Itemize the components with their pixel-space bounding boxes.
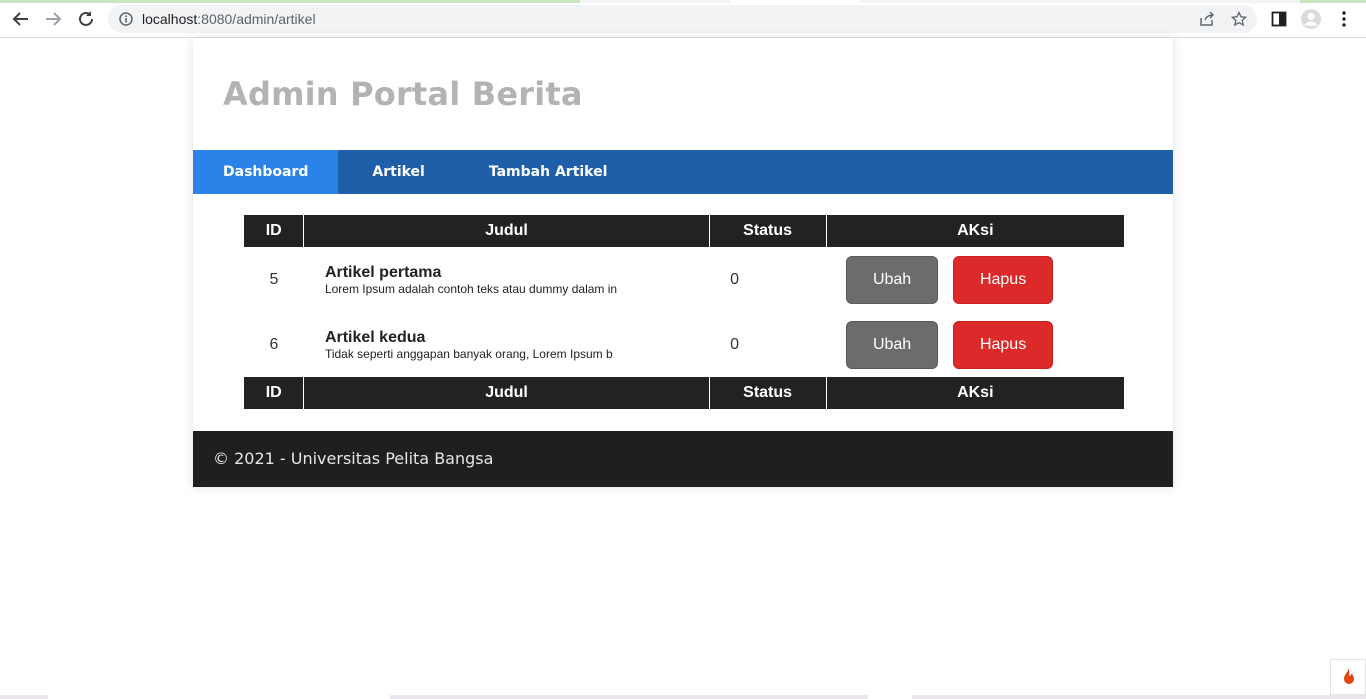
footer-id: ID xyxy=(244,377,305,409)
table-row: 5 Artikel pertama Lorem Ipsum adalah con… xyxy=(244,247,1124,312)
footer-status: Status xyxy=(709,377,827,409)
delete-button[interactable]: Hapus xyxy=(953,320,1054,369)
tab-strip-edge xyxy=(0,0,1366,3)
delete-button[interactable]: Hapus xyxy=(953,255,1054,304)
page-container: Admin Portal Berita Dashboard Artikel Ta… xyxy=(193,38,1173,487)
side-panel-icon xyxy=(1271,11,1287,27)
reload-button[interactable] xyxy=(75,8,97,30)
article-title: Artikel kedua xyxy=(324,328,426,346)
row-actions: Ubah Hapus xyxy=(826,247,1124,312)
reload-icon xyxy=(79,11,93,26)
back-arrow-icon xyxy=(12,12,28,26)
main-navbar: Dashboard Artikel Tambah Artikel xyxy=(193,150,1173,194)
footer-judul: Judul xyxy=(303,377,710,409)
header-id: ID xyxy=(244,215,305,247)
site-header: Admin Portal Berita xyxy=(193,38,1173,150)
nav-dashboard[interactable]: Dashboard xyxy=(193,150,339,194)
edit-button[interactable]: Ubah xyxy=(846,255,939,304)
flame-icon xyxy=(1344,668,1354,684)
row-judul: Artikel kedua Tidak seperti anggapan ban… xyxy=(304,312,709,377)
row-status: 0 xyxy=(730,270,740,288)
share-icon[interactable] xyxy=(1199,11,1215,27)
url-path: :8080/admin/artikel xyxy=(197,11,316,27)
profile-button[interactable] xyxy=(1300,8,1322,30)
bookmark-star-icon[interactable] xyxy=(1231,11,1247,27)
table-row: 6 Artikel kedua Tidak seperti anggapan b… xyxy=(244,312,1124,377)
side-panel-button[interactable] xyxy=(1268,8,1290,30)
article-title: Artikel pertama xyxy=(324,263,442,281)
row-actions: Ubah Hapus xyxy=(826,312,1124,377)
header-status: Status xyxy=(709,215,827,247)
row-status: 0 xyxy=(730,335,740,353)
taskbar-strip xyxy=(0,695,1366,699)
nav-tambah-artikel[interactable]: Tambah Artikel xyxy=(459,150,638,194)
header-judul: Judul xyxy=(303,215,710,247)
table-header-row: ID Judul Status AKsi xyxy=(244,215,1124,247)
browser-toolbar: localhost:8080/admin/artikel xyxy=(0,0,1366,38)
article-excerpt: Tidak seperti anggapan banyak orang, Lor… xyxy=(324,346,613,361)
kebab-menu-icon xyxy=(1342,11,1346,27)
row-id: 5 xyxy=(269,270,279,288)
forward-arrow-icon xyxy=(46,12,62,26)
footer-copyright: © 2021 - Universitas Pelita Bangsa xyxy=(213,449,494,468)
row-judul: Artikel pertama Lorem Ipsum adalah conto… xyxy=(304,247,709,312)
footer-aksi: AKsi xyxy=(826,377,1124,409)
article-table: ID Judul Status AKsi 5 Artikel pertama L… xyxy=(244,215,1124,409)
back-button[interactable] xyxy=(10,8,32,30)
site-footer: © 2021 - Universitas Pelita Bangsa xyxy=(193,431,1173,487)
debug-toolbar-toggle[interactable] xyxy=(1330,659,1366,695)
edit-button[interactable]: Ubah xyxy=(846,320,939,369)
avatar-icon xyxy=(1301,9,1321,29)
forward-button[interactable] xyxy=(42,8,64,30)
url-host: localhost xyxy=(142,11,198,27)
address-bar[interactable]: localhost:8080/admin/artikel xyxy=(108,5,1257,33)
nav-artikel[interactable]: Artikel xyxy=(338,150,458,194)
browser-menu-button[interactable] xyxy=(1333,8,1355,30)
article-excerpt: Lorem Ipsum adalah contoh teks atau dumm… xyxy=(324,281,618,296)
header-aksi: AKsi xyxy=(826,215,1124,247)
table-footer-row: ID Judul Status AKsi xyxy=(244,377,1124,409)
site-title: Admin Portal Berita xyxy=(223,75,583,113)
info-icon[interactable] xyxy=(118,11,134,27)
row-id: 6 xyxy=(269,335,279,353)
address-url[interactable]: localhost:8080/admin/artikel xyxy=(142,11,316,27)
